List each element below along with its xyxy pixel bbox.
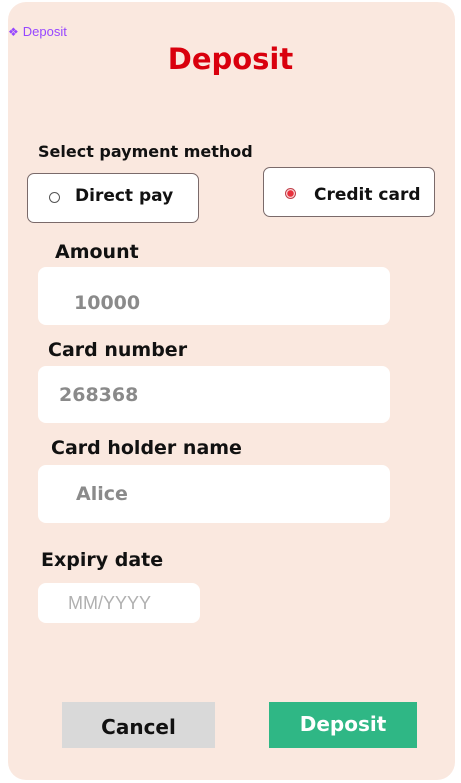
radio-unselected-icon[interactable] [49,192,60,203]
page-title: Deposit [167,42,294,76]
cancel-button[interactable]: Cancel [62,702,215,748]
deposit-button[interactable]: Deposit [269,702,417,748]
card-holder-input[interactable] [38,465,390,523]
expiry-date-input[interactable] [38,583,200,623]
card-number-label: Card number [48,339,188,361]
expiry-date-label: Expiry date [41,549,164,571]
card-holder-label: Card holder name [51,437,242,459]
payment-method-label: Select payment method [38,142,253,161]
card-number-input[interactable] [38,366,390,423]
radio-selected-icon[interactable] [285,188,296,199]
amount-input[interactable] [38,267,390,325]
radio-option-credit-card[interactable]: Credit card [263,167,435,217]
component-diamond-icon: ❖ [8,24,19,39]
radio-option-label: Direct pay [75,186,174,206]
amount-label: Amount [55,241,139,263]
radio-option-direct-pay[interactable]: Direct pay [27,173,199,223]
frame-tag-label: Deposit [22,24,67,39]
radio-option-label: Credit card [314,185,421,205]
frame-tag: ❖ Deposit [8,24,67,39]
